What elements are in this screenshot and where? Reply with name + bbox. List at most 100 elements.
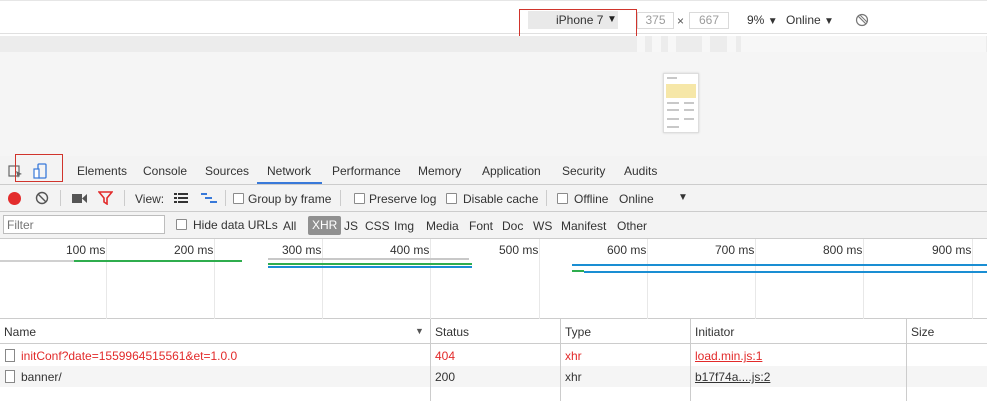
type-filter-font[interactable]: Font	[469, 219, 493, 233]
tab-application[interactable]: Application	[482, 164, 541, 178]
device-toggle-icon[interactable]	[33, 163, 49, 179]
column-header-name[interactable]: Name	[4, 325, 36, 339]
disable-cache-checkbox[interactable]	[446, 193, 457, 204]
zoom-select[interactable]: 9% ▼	[747, 13, 778, 27]
record-button[interactable]	[8, 192, 21, 205]
device-select-label: iPhone 7	[556, 13, 604, 27]
disable-cache-label: Disable cache	[463, 192, 539, 206]
video-camera-icon[interactable]	[72, 193, 87, 204]
toolbar-divider	[124, 190, 125, 206]
zoom-value: 9%	[747, 13, 765, 27]
chevron-down-icon[interactable]: ▼	[678, 192, 688, 203]
request-status: 404	[435, 349, 456, 363]
tab-sources[interactable]: Sources	[205, 164, 249, 178]
type-filter-js[interactable]: JS	[344, 219, 358, 233]
rotate-icon[interactable]	[855, 13, 869, 27]
timeline-bar	[268, 258, 469, 260]
type-filter-css[interactable]: CSS	[365, 219, 390, 233]
timeline-tick: 400 ms	[390, 243, 430, 257]
tab-console[interactable]: Console	[143, 164, 187, 178]
timeline-bar	[0, 260, 74, 262]
clear-icon[interactable]	[35, 191, 49, 205]
tab-security[interactable]: Security	[562, 164, 605, 178]
hide-data-urls-checkbox[interactable]	[176, 219, 187, 230]
device-network-value: Online	[786, 13, 821, 27]
request-status: 200	[435, 370, 456, 384]
group-by-frame-checkbox[interactable]	[233, 193, 244, 204]
page-thumbnail	[663, 73, 699, 133]
request-type: xhr	[565, 370, 582, 384]
type-filter-all[interactable]: All	[283, 219, 296, 233]
device-network-select[interactable]: Online ▼	[786, 13, 834, 27]
timeline-tick: 500 ms	[499, 243, 539, 257]
large-rows-icon[interactable]	[174, 192, 188, 204]
column-header-status[interactable]: Status	[435, 325, 469, 339]
request-name: banner/	[21, 370, 62, 384]
timeline-bar	[268, 263, 472, 265]
hide-data-urls-label: Hide data URLs	[193, 218, 278, 232]
document-icon	[5, 349, 15, 362]
timeline-bar	[268, 266, 472, 268]
tab-audits[interactable]: Audits	[624, 164, 657, 178]
tab-network[interactable]: Network	[267, 164, 311, 178]
timeline-tick: 700 ms	[715, 243, 755, 257]
tab-memory[interactable]: Memory	[418, 164, 461, 178]
timeline-bar	[584, 271, 987, 273]
inspect-element-icon[interactable]	[8, 163, 24, 179]
viewport-height-input[interactable]: 667	[689, 12, 729, 29]
column-divider[interactable]	[906, 319, 907, 401]
column-header-initiator[interactable]: Initiator	[695, 325, 734, 339]
offline-label: Offline	[574, 192, 609, 206]
overview-icon[interactable]	[201, 192, 217, 204]
device-select[interactable]: iPhone 7 ▼	[528, 11, 618, 29]
device-viewport	[0, 52, 987, 156]
type-filter-doc[interactable]: Doc	[502, 219, 523, 233]
active-tab-indicator	[257, 182, 322, 184]
timeline-tick: 800 ms	[823, 243, 863, 257]
column-divider[interactable]	[690, 319, 691, 401]
column-divider[interactable]	[560, 319, 561, 401]
column-header-size[interactable]: Size	[911, 325, 934, 339]
throttling-select[interactable]: Online	[619, 192, 654, 206]
chevron-down-icon: ▼	[607, 14, 617, 25]
chevron-down-icon: ▼	[824, 16, 834, 27]
type-filter-other[interactable]: Other	[617, 219, 647, 233]
media-query-ruler	[0, 36, 987, 52]
type-filter-img[interactable]: Img	[394, 219, 414, 233]
type-filter-xhr[interactable]: XHR	[308, 216, 342, 235]
toolbar-divider	[340, 190, 341, 206]
request-initiator-link[interactable]: load.min.js:1	[695, 349, 762, 363]
type-filter-ws[interactable]: WS	[533, 219, 552, 233]
request-initiator-link[interactable]: b17f74a....js:2	[695, 370, 770, 384]
timeline-tick: 900 ms	[932, 243, 972, 257]
filter-input[interactable]	[3, 215, 165, 234]
offline-checkbox[interactable]	[557, 193, 568, 204]
preserve-log-checkbox[interactable]	[354, 193, 365, 204]
device-toolbar	[0, 0, 987, 34]
document-icon	[5, 370, 15, 383]
table-row[interactable]: banner/ 200 xhr b17f74a....js:2	[0, 366, 987, 387]
view-label: View:	[135, 192, 165, 206]
sort-down-icon[interactable]: ▼	[415, 326, 424, 336]
tab-elements[interactable]: Elements	[77, 164, 127, 178]
request-name: initConf?date=1559964515561&et=1.0.0	[21, 349, 238, 363]
filter-icon[interactable]	[98, 191, 113, 205]
requests-table-header	[0, 319, 987, 344]
toolbar-divider	[225, 190, 226, 206]
toolbar-divider	[60, 190, 61, 206]
type-filter-media[interactable]: Media	[426, 219, 459, 233]
preserve-log-label: Preserve log	[369, 192, 437, 206]
request-type: xhr	[565, 349, 582, 363]
group-by-frame-label: Group by frame	[248, 192, 332, 206]
chevron-down-icon: ▼	[767, 16, 778, 27]
table-row[interactable]: initConf?date=1559964515561&et=1.0.0 404…	[0, 345, 987, 366]
timeline-tick: 100 ms	[66, 243, 106, 257]
dimension-separator: ×	[677, 14, 685, 28]
type-filter-manifest[interactable]: Manifest	[561, 219, 606, 233]
timeline-bar	[572, 270, 584, 272]
viewport-width-input[interactable]: 375	[637, 12, 674, 29]
column-header-type[interactable]: Type	[565, 325, 591, 339]
column-divider[interactable]	[430, 319, 431, 401]
tab-performance[interactable]: Performance	[332, 164, 401, 178]
toolbar-divider	[546, 190, 547, 206]
